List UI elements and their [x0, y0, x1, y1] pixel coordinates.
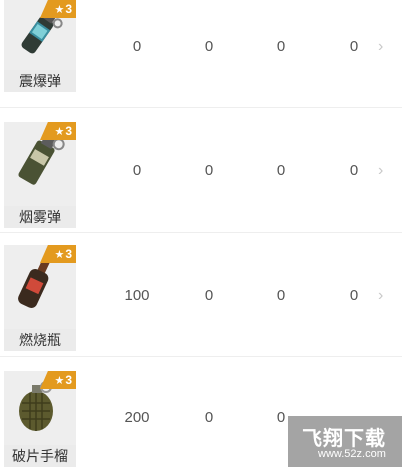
stat-value-3: 0 — [276, 162, 286, 179]
star-badge: ★3 — [40, 0, 76, 18]
stat-value-2: 0 — [204, 38, 214, 55]
chevron-right-icon[interactable]: › — [378, 39, 390, 55]
stat-value-4: 0 — [349, 287, 359, 304]
item-thumbnail: ★3 破片手榴 — [4, 371, 76, 467]
stat-value-1: 200 — [124, 409, 150, 426]
list-item[interactable]: ★3 燃烧瓶 100 0 0 0 › — [0, 233, 402, 357]
stat-value-1: 100 — [124, 287, 150, 304]
stat-value-2: 0 — [204, 287, 214, 304]
star-badge: ★3 — [40, 371, 76, 389]
chevron-right-icon[interactable]: › — [378, 288, 390, 304]
star-badge: ★3 — [40, 122, 76, 140]
watermark-url: www.52z.com — [318, 448, 386, 460]
item-name: 破片手榴 — [4, 445, 76, 467]
item-name: 烟雾弹 — [4, 206, 76, 228]
site-watermark: 飞翔下载 www.52z.com — [288, 416, 402, 467]
stat-value-2: 0 — [204, 162, 214, 179]
stat-value-2: 0 — [204, 409, 214, 426]
item-name: 燃烧瓶 — [4, 329, 76, 351]
item-thumbnail: ★3 烟雾弹 — [4, 122, 76, 228]
stat-value-3: 0 — [276, 38, 286, 55]
stat-value-1: 0 — [132, 38, 142, 55]
chevron-right-icon[interactable]: › — [378, 163, 390, 179]
stat-value-1: 0 — [132, 162, 142, 179]
stat-value-4: 0 — [349, 162, 359, 179]
item-thumbnail: ★3 燃烧瓶 — [4, 245, 76, 351]
watermark-title: 飞翔下载 — [302, 428, 386, 450]
stat-value-4: 0 — [349, 38, 359, 55]
star-badge: ★3 — [40, 245, 76, 263]
list-item[interactable]: ★3 震爆弹 0 0 0 0 › — [0, 0, 402, 108]
stat-value-3: 0 — [276, 287, 286, 304]
item-thumbnail: ★3 震爆弹 — [4, 0, 76, 92]
list-item[interactable]: ★3 烟雾弹 0 0 0 0 › — [0, 108, 402, 233]
item-name: 震爆弹 — [4, 70, 76, 92]
